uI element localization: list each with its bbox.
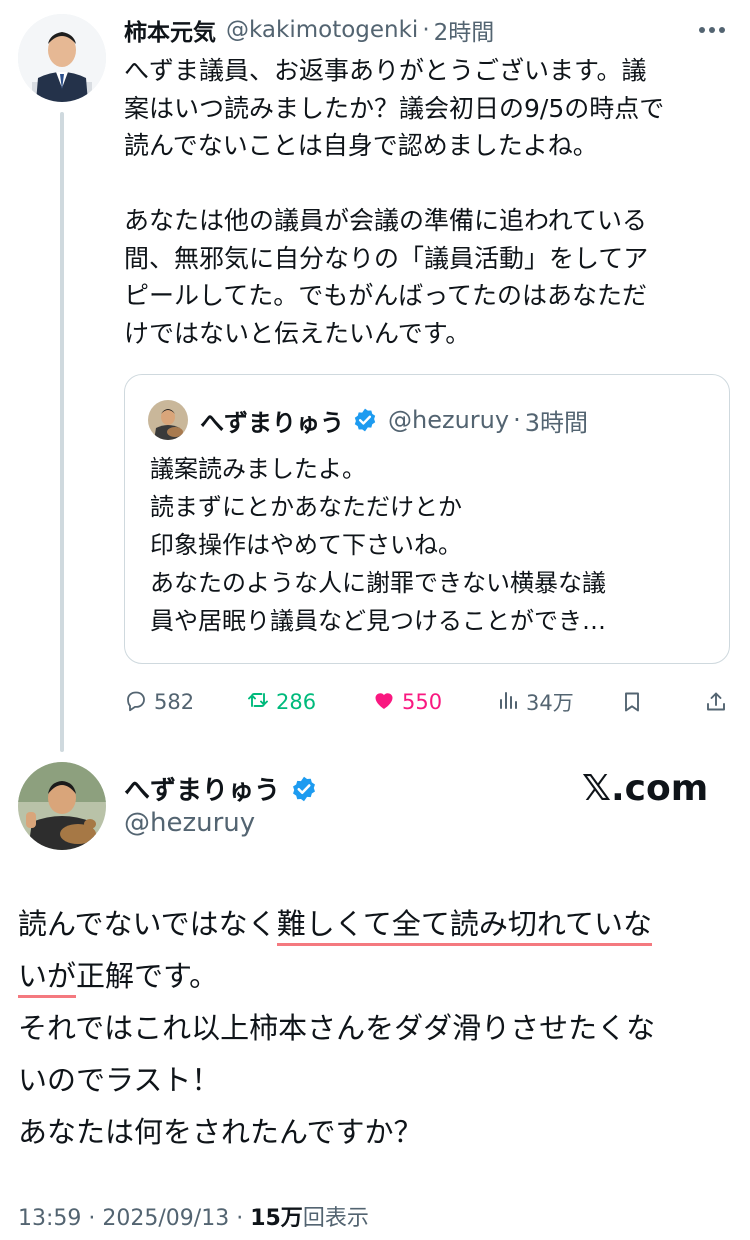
tweet1-display-name[interactable]: 柿本元気 — [124, 13, 216, 47]
tweet2-line2-plain: 正解です。 — [76, 959, 219, 993]
tweet2-line-5: あなたは何をされたんですか？ — [18, 1115, 423, 1149]
verified-icon — [352, 407, 378, 433]
footer-sep-1: · — [81, 1206, 103, 1231]
action-bar: 582 286 550 34万 — [124, 682, 734, 722]
footer-views-count[interactable]: 15万 — [250, 1206, 303, 1231]
like-count: 550 — [402, 690, 443, 714]
tweet2-line-4: いのでラスト！ — [18, 1063, 221, 1097]
quote-handle[interactable]: @hezuruy — [388, 406, 509, 434]
tweet1-separator: · — [422, 17, 430, 43]
footer-time[interactable]: 13:59 — [18, 1206, 81, 1231]
tweet1-time[interactable]: 2時間 — [434, 13, 495, 47]
tweet2-line1-underlined: 難しくて全て読み切れていな — [276, 907, 652, 946]
x-com-watermark: 𝕏.com — [582, 768, 709, 809]
thread-line — [60, 112, 64, 752]
tweet1-header: 柿本元気 @kakimotogenki · 2時間 — [124, 14, 494, 46]
avatar-hezuru-small — [148, 400, 188, 440]
reply-icon — [124, 688, 154, 717]
share-icon[interactable] — [704, 682, 734, 722]
tweet2-line2-underlined: いが — [18, 959, 77, 998]
quote-separator: · — [513, 406, 521, 434]
tweet2-line-2: いが正解です。 — [18, 950, 740, 1002]
tweet2-line-1: 読んでないではなく難しくて全て読み切れていな — [18, 898, 740, 950]
avatar-hezuru[interactable] — [18, 762, 106, 850]
quote-display-name[interactable]: へずまりゅう — [200, 403, 344, 438]
footer-date[interactable]: 2025/09/13 — [102, 1206, 229, 1231]
retweet-button[interactable]: 286 — [246, 682, 316, 722]
quote-body: 議案読みましたよ。 読まずにとかあなただけとか 印象操作はやめて下さいね。 あな… — [150, 455, 606, 635]
tweet2-line-3: それではこれ以上柿本さんをダダ滑りさせたくな — [18, 1011, 656, 1045]
reply-count: 582 — [154, 690, 195, 714]
reply-button[interactable]: 582 — [124, 682, 194, 722]
tweet2-footer: 13:59 · 2025/09/13 · 15万回表示 — [18, 1200, 369, 1232]
views-icon — [496, 688, 526, 717]
more-icon[interactable] — [692, 14, 732, 46]
avatar-kakimoto[interactable] — [18, 14, 106, 102]
verified-icon — [290, 775, 318, 803]
footer-views-label: 回表示 — [302, 1206, 369, 1231]
like-icon — [372, 688, 402, 717]
tweet1-handle[interactable]: @kakimotogenki — [226, 17, 418, 43]
retweet-icon — [246, 688, 276, 717]
footer-sep-2: · — [229, 1206, 251, 1231]
retweet-count: 286 — [276, 690, 317, 714]
tweet2-handle[interactable]: @hezuruy — [124, 808, 255, 838]
tweet2-name-row: へずまりゅう — [124, 770, 318, 807]
tweet1-body: へずま議員、お返事ありがとうございます。議 案はいつ読みましたか？議会初日の9/… — [124, 56, 665, 348]
tweet2-display-name[interactable]: へずまりゅう — [124, 770, 280, 807]
like-button[interactable]: 550 — [372, 682, 442, 722]
views-count: 34万 — [526, 691, 574, 715]
bookmark-icon[interactable] — [620, 682, 650, 722]
quote-header: へずまりゅう @hezuruy · 3時間 — [148, 400, 588, 440]
tweet2-body: 読んでないではなく難しくて全て読み切れていな いが正解です。 それではこれ以上柿… — [18, 898, 740, 1158]
tweet2-line1-plain: 読んでないではなく — [18, 907, 277, 941]
quote-time[interactable]: 3時間 — [525, 403, 588, 438]
views-button[interactable]: 34万 — [496, 682, 574, 722]
